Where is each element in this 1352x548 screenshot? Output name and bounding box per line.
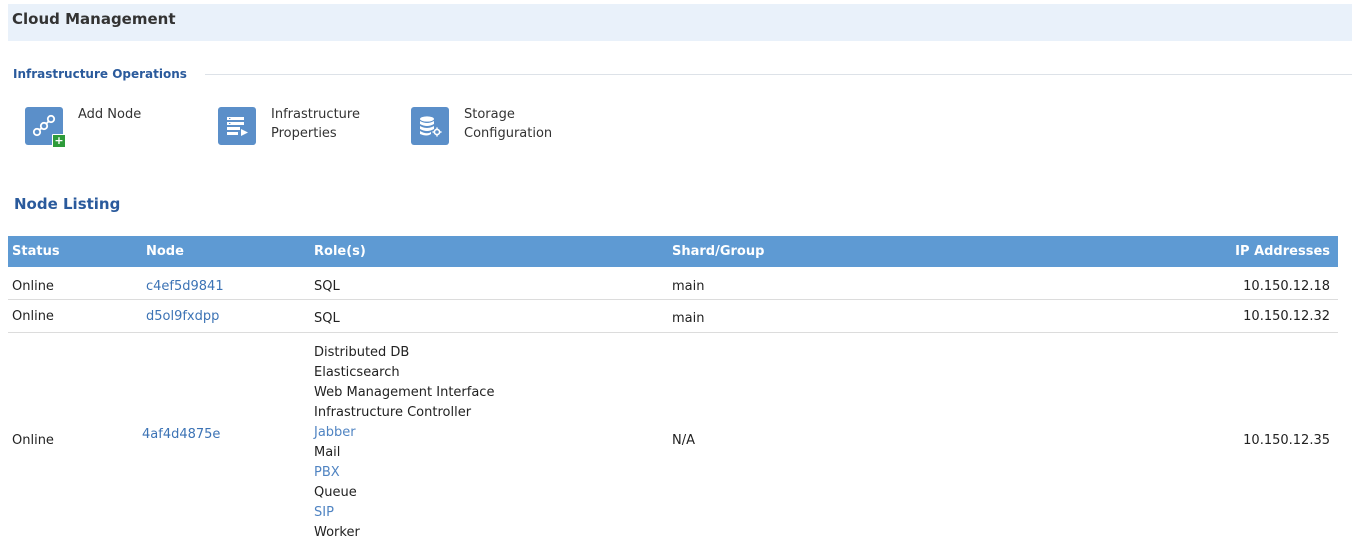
role-link-pbx[interactable]: PBX xyxy=(314,463,494,483)
plus-icon: + xyxy=(52,134,66,148)
role-item: Elasticsearch xyxy=(314,365,400,380)
shard-cell: main xyxy=(672,279,705,294)
section-heading: Infrastructure Operations xyxy=(13,67,187,81)
page-title: Cloud Management xyxy=(12,10,176,28)
role-item: Mail xyxy=(314,445,341,460)
status-cell: Online xyxy=(12,433,54,448)
infrastructure-properties-icon xyxy=(218,107,256,145)
add-node-icon: + xyxy=(25,107,66,148)
shard-cell: N/A xyxy=(672,433,695,448)
infrastructure-properties-action[interactable]: Infrastructure Properties xyxy=(218,107,360,151)
role-item: Queue xyxy=(314,485,357,500)
roles-list: Distributed DB Elasticsearch Web Managem… xyxy=(314,343,494,543)
node-table: Status Node Role(s) Shard/Group IP Addre… xyxy=(8,236,1338,548)
add-node-action[interactable]: + Add Node xyxy=(25,107,141,151)
node-link[interactable]: c4ef5d9841 xyxy=(146,279,224,294)
status-cell: Online xyxy=(12,279,54,294)
column-header-shard-group[interactable]: Shard/Group xyxy=(672,244,764,259)
ip-cell: 10.150.12.18 xyxy=(1243,279,1330,294)
role-link-sip[interactable]: SIP xyxy=(314,503,494,523)
role-item: Distributed DB xyxy=(314,345,410,360)
table-row: Online d5ol9fxdpp SQL main 10.150.12.32 xyxy=(8,300,1338,333)
table-header: Status Node Role(s) Shard/Group IP Addre… xyxy=(8,236,1338,267)
node-listing-heading: Node Listing xyxy=(14,195,121,213)
role-link-jabber[interactable]: Jabber xyxy=(314,423,494,443)
column-header-ip-addresses[interactable]: IP Addresses xyxy=(1235,244,1330,259)
ip-cell: 10.150.12.32 xyxy=(1243,309,1330,324)
column-header-roles[interactable]: Role(s) xyxy=(314,244,366,259)
status-cell: Online xyxy=(12,309,54,324)
column-header-status[interactable]: Status xyxy=(12,244,60,259)
add-node-label: Add Node xyxy=(78,107,142,122)
section-divider xyxy=(204,73,1352,75)
table-row: Online 4af4d4875e Distributed DB Elastic… xyxy=(8,333,1338,548)
role-cell: SQL xyxy=(314,279,340,294)
role-item: Worker xyxy=(314,525,360,540)
storage-configuration-label: Storage Configuration xyxy=(464,107,553,141)
infrastructure-operations-section: Infrastructure Operations xyxy=(13,66,1352,82)
column-header-node[interactable]: Node xyxy=(146,244,184,259)
storage-configuration-icon xyxy=(411,107,449,145)
ip-cell: 10.150.12.35 xyxy=(1243,433,1330,448)
storage-configuration-action[interactable]: Storage Configuration xyxy=(411,107,552,151)
role-item: Infrastructure Controller xyxy=(314,405,472,420)
shard-cell: main xyxy=(672,311,705,326)
infrastructure-properties-label: Infrastructure Properties xyxy=(271,107,360,141)
role-cell: SQL xyxy=(314,311,340,326)
page-header: Cloud Management xyxy=(8,4,1352,41)
role-item: Web Management Interface xyxy=(314,385,495,400)
table-row: Online c4ef5d9841 SQL main 10.150.12.18 xyxy=(8,267,1338,300)
node-link[interactable]: d5ol9fxdpp xyxy=(146,309,219,324)
node-link[interactable]: 4af4d4875e xyxy=(142,427,220,442)
